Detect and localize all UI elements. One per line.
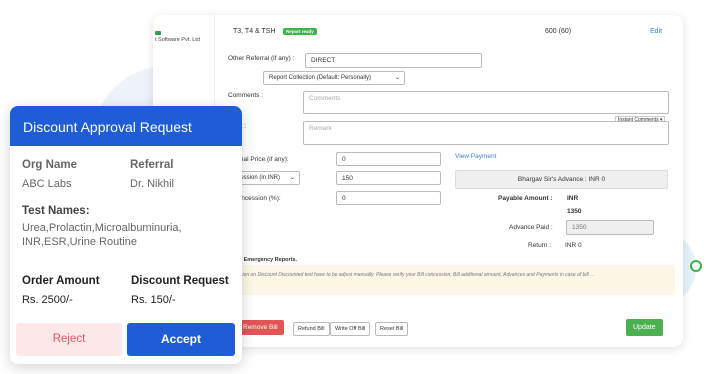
org-name-value: ABC Labs (22, 178, 72, 190)
discount-approval-card: Discount Approval Request Org Name ABC L… (10, 106, 242, 364)
other-referral-input[interactable]: DIRECT (305, 53, 482, 68)
accept-button[interactable]: Accept (127, 323, 235, 356)
org-name-label: Org Name (22, 159, 77, 171)
refund-bill-button[interactable]: Refund Bill (293, 322, 330, 336)
advance-paid-input[interactable]: 1350 (566, 220, 654, 235)
status-badge: Report ready (283, 28, 317, 35)
card-title: Discount Approval Request (10, 106, 242, 146)
chevron-down-icon: ⌄ (289, 175, 295, 181)
update-button[interactable]: Update (626, 319, 663, 336)
payable-amount-label: Payable Amount : (498, 195, 553, 202)
write-off-bill-button[interactable]: Write Off Bill (330, 322, 371, 336)
referral-label: Referral (130, 159, 174, 171)
remove-bill-label: Remove Bill (243, 324, 278, 331)
advance-info-box: Bhargav Sir's Advance : INR 0 (455, 170, 668, 189)
chevron-down-icon: ⌄ (394, 75, 400, 81)
concession-percent-input[interactable]: 0 (336, 191, 441, 205)
other-referral-label: Other Referral (if any) : (228, 55, 295, 62)
edit-link[interactable]: Edit (650, 28, 662, 35)
payable-amount-value: 1350 (567, 208, 582, 215)
order-amount-value: Rs. 2500/- (22, 294, 73, 306)
concession-notice: Concession on Discount Discounted test h… (215, 265, 675, 295)
test-amount: 600 (60) (545, 28, 572, 35)
discount-request-label: Discount Request (131, 275, 229, 287)
reject-button[interactable]: Reject (16, 323, 122, 356)
concession-amount-input[interactable]: 150 (336, 171, 441, 185)
brand-name: t Software Pvt. Ltd (155, 37, 200, 43)
order-amount-label: Order Amount (22, 275, 100, 287)
return-label: Return : (528, 242, 552, 249)
payable-currency: INR (567, 195, 579, 202)
remark-textarea[interactable]: Remark (303, 121, 669, 145)
view-payment-link[interactable]: View Payment (455, 153, 496, 160)
brand-logo-icon (155, 31, 161, 35)
reset-bill-button[interactable]: Reset Bill (375, 322, 409, 336)
additional-price-input[interactable]: 0 (336, 152, 441, 166)
advance-paid-label: Advance Paid : (509, 224, 553, 231)
test-names-value: Urea,Prolactin,Microalbuminuria, INR,ESR… (22, 222, 182, 248)
discount-request-value: Rs. 150/- (131, 294, 176, 306)
remove-bill-button[interactable]: Remove Bill (237, 320, 284, 335)
report-collection-select[interactable]: Report Collection (Default: Personally) … (263, 71, 405, 85)
comments-label: Comments : (228, 92, 264, 99)
test-group-title: T3, T4 & TSH (233, 28, 276, 35)
return-value: INR 0 (565, 242, 582, 249)
decorative-ring (690, 260, 702, 272)
report-collection-value: Report Collection (Default: Personally) (269, 75, 372, 81)
referral-value: Dr. Nikhil (130, 178, 175, 190)
screenshot-stage: t Software Pvt. Ltd T3, T4 & TSH Report … (0, 0, 714, 374)
comments-textarea[interactable]: Comments (303, 91, 669, 114)
test-names-label: Test Names: (22, 205, 90, 217)
